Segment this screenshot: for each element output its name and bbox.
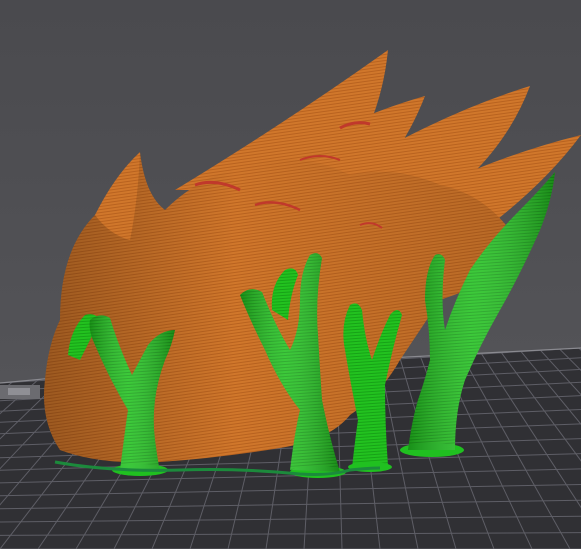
build-plate-logo xyxy=(8,388,30,395)
scene-canvas[interactable] xyxy=(0,0,581,549)
3d-preview-viewport[interactable] xyxy=(0,0,581,549)
